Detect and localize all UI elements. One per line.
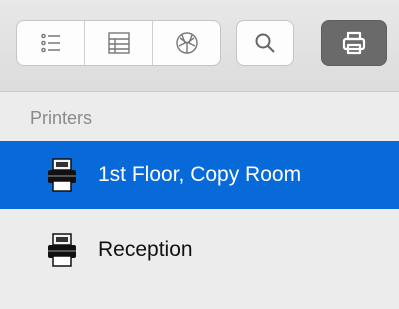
- column-view-button[interactable]: [85, 21, 153, 65]
- columns-icon: [107, 32, 130, 54]
- printer-row-1st-floor-copy-room[interactable]: 1st Floor, Copy Room: [0, 141, 399, 209]
- printer-name-label: Reception: [98, 238, 193, 261]
- toolbar: [0, 0, 399, 92]
- search-button[interactable]: [236, 20, 294, 66]
- printer-name-label: 1st Floor, Copy Room: [98, 163, 302, 186]
- printer-icon: [44, 231, 80, 269]
- magnifier-icon: [255, 33, 275, 53]
- globe-icon: [175, 32, 198, 54]
- list-icon: [40, 33, 60, 53]
- printer-row-reception[interactable]: Reception: [0, 216, 399, 284]
- printers-section-header: Printers: [30, 108, 93, 128]
- sidebar: Printers 1st Floor, Copy Room Reception: [0, 92, 399, 309]
- printer-icon: [342, 31, 366, 55]
- list-view-button[interactable]: [17, 21, 85, 65]
- printer-icon: [44, 156, 80, 194]
- network-view-button[interactable]: [153, 21, 220, 65]
- print-button[interactable]: [321, 20, 387, 66]
- view-mode-segmented-control: [16, 20, 221, 66]
